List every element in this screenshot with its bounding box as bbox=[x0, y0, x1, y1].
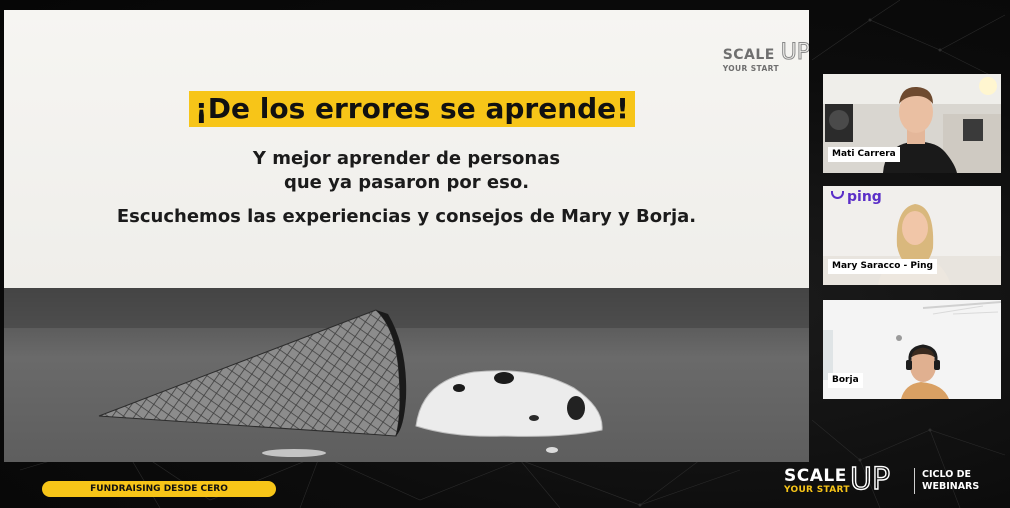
participant-tile-mati[interactable]: Mati Carrera bbox=[823, 74, 1001, 173]
slide-line-2: que ya pasaron por eso. bbox=[283, 172, 530, 193]
dropped-ice-cream-photo bbox=[4, 288, 809, 462]
ping-wordmark: ping bbox=[847, 189, 882, 205]
slide-line-3: Escuchemos las experiencias y consejos d… bbox=[116, 206, 697, 227]
brand-up: UP bbox=[849, 462, 891, 497]
participant-name-label: Mati Carrera bbox=[828, 147, 900, 162]
participant-name-label: Borja bbox=[828, 373, 863, 388]
series-line-1: CICLO DE bbox=[922, 469, 971, 480]
series-title: CICLO DE WEBINARS bbox=[922, 469, 979, 493]
brand-your-start: YOUR START bbox=[784, 485, 850, 495]
ice-cream-illustration bbox=[4, 288, 809, 462]
series-line-2: WEBINARS bbox=[922, 481, 980, 492]
slide-logo-sub: YOUR START bbox=[722, 64, 779, 73]
ping-logo: ping bbox=[831, 189, 882, 205]
slide-headline: ¡De los errores se aprende! bbox=[195, 92, 629, 125]
participant-tile-mary[interactable]: ping Mary Saracco - Ping bbox=[823, 186, 1001, 285]
slide-logo: SCALE UP YOUR START bbox=[722, 40, 809, 74]
brand-scale: SCALE bbox=[784, 466, 847, 486]
scaleup-brand-logo: SCALE YOUR START UP CICLO DE WEBINARS bbox=[784, 462, 994, 498]
participant-name-label: Mary Saracco - Ping bbox=[828, 259, 937, 274]
slide-logo-scale: SCALE bbox=[722, 47, 775, 63]
headline-highlight: ¡De los errores se aprende! bbox=[189, 91, 635, 127]
brand-divider bbox=[914, 468, 915, 494]
ping-mark-icon bbox=[831, 191, 844, 199]
slide-subtitle-block: Y mejor aprender de personas que ya pasa… bbox=[4, 147, 809, 195]
slide-logo-up: UP bbox=[780, 40, 809, 66]
webinar-topic-badge: FUNDRAISING DESDE CERO bbox=[42, 481, 276, 497]
participant-tile-borja[interactable]: Borja bbox=[823, 300, 1001, 399]
slide-line-1: Y mejor aprender de personas bbox=[252, 148, 561, 169]
shared-presentation-slide: SCALE UP YOUR START ¡De los errores se a… bbox=[4, 10, 809, 462]
